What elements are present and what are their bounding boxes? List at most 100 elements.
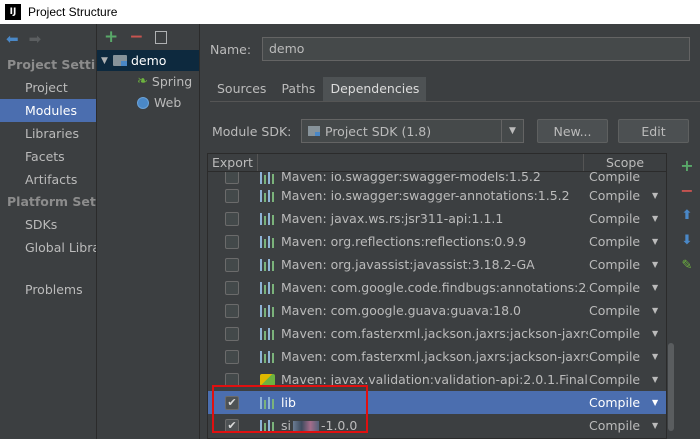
sdk-folder-icon	[308, 126, 320, 136]
scope-dropdown-icon[interactable]: ▼	[652, 237, 658, 246]
table-row[interactable]: Maven: com.google.guava:guava:18.0 Compi…	[208, 299, 666, 322]
scope-value[interactable]: Compile	[589, 257, 640, 272]
export-checkbox[interactable]	[225, 211, 239, 226]
scope-value[interactable]: Compile	[589, 326, 640, 341]
table-row[interactable]: Maven: com.google.code.findbugs:annotati…	[208, 276, 666, 299]
nav-item-project[interactable]: Project	[0, 76, 96, 99]
name-label: Name:	[210, 41, 252, 57]
table-row[interactable]: Maven: org.javassist:javassist:3.18.2-GA…	[208, 253, 666, 276]
edit-sdk-button[interactable]: Edit	[618, 119, 689, 143]
column-export[interactable]: Export	[208, 154, 258, 171]
validation-library-icon	[260, 373, 275, 386]
chevron-down-icon[interactable]: ▼	[501, 120, 523, 142]
add-icon[interactable]: +	[680, 157, 693, 175]
remove-icon[interactable]: −	[680, 182, 693, 200]
export-checkbox[interactable]	[225, 326, 239, 341]
move-up-icon[interactable]: ⬆	[682, 207, 693, 225]
scrollbar-thumb[interactable]	[668, 343, 674, 431]
dependency-name: Maven: io.swagger:swagger-annotations:1.…	[281, 188, 570, 203]
scope-dropdown-icon[interactable]: ▼	[652, 214, 658, 223]
tree-toolbar: + −	[97, 24, 199, 50]
scope-dropdown-icon[interactable]: ▼	[652, 398, 658, 407]
arrow-right-icon[interactable]: ➡	[29, 30, 42, 48]
nav-item-sdks[interactable]: SDKs	[0, 213, 96, 236]
scope-dropdown-icon[interactable]: ▼	[652, 191, 658, 200]
title-bar: IJ Project Structure	[0, 0, 700, 24]
scope-value[interactable]: Compile	[589, 188, 640, 203]
module-name-input[interactable]: demo	[262, 37, 690, 61]
tree-node-label: Spring	[151, 74, 193, 89]
table-row-selected[interactable]: ✔ lib Compile ▼	[208, 391, 666, 414]
table-row[interactable]: Maven: io.swagger:swagger-models:1.5.2 C…	[208, 172, 666, 184]
scope-dropdown-icon[interactable]: ▼	[652, 352, 658, 361]
scope-value[interactable]: Compile	[589, 349, 640, 364]
export-checkbox-checked[interactable]: ✔	[225, 395, 239, 410]
nav-section-platform-settings: Platform Settings	[7, 194, 96, 209]
scope-value[interactable]: Compile	[589, 234, 640, 249]
export-checkbox[interactable]	[225, 372, 239, 387]
tree-node-demo[interactable]: ▼ demo	[97, 50, 199, 71]
library-icon	[260, 304, 275, 317]
table-row[interactable]: Maven: io.swagger:swagger-annotations:1.…	[208, 184, 666, 207]
scope-value[interactable]: Compile	[589, 280, 640, 295]
export-checkbox[interactable]	[225, 234, 239, 249]
new-sdk-button[interactable]: New...	[537, 119, 608, 143]
export-checkbox[interactable]	[225, 349, 239, 364]
scope-value[interactable]: Compile	[589, 395, 640, 410]
table-row[interactable]: Maven: com.fasterxml.jackson.jaxrs:jacks…	[208, 322, 666, 345]
table-scrollbar[interactable]	[668, 153, 674, 439]
dependency-name: lib	[281, 395, 296, 410]
scope-value[interactable]: Compile	[589, 303, 640, 318]
export-checkbox[interactable]	[225, 172, 239, 184]
export-checkbox-checked[interactable]: ✔	[225, 418, 239, 433]
table-row[interactable]: Maven: com.fasterxml.jackson.jaxrs:jacks…	[208, 345, 666, 368]
tab-sources[interactable]: Sources	[210, 77, 275, 101]
table-header: Export Scope	[208, 154, 666, 172]
table-row[interactable]: Maven: org.reflections:reflections:0.9.9…	[208, 230, 666, 253]
tree-node-web[interactable]: Web	[97, 92, 199, 113]
scope-dropdown-icon[interactable]: ▼	[652, 375, 658, 384]
scope-value[interactable]: Compile	[589, 172, 640, 184]
dependencies-table: Export Scope Maven: io.swagger:swagger-m…	[207, 153, 667, 439]
scope-dropdown-icon[interactable]: ▼	[652, 260, 658, 269]
dependency-name: Maven: io.swagger:swagger-models:1.5.2	[281, 172, 541, 184]
nav-item-modules[interactable]: Modules	[0, 99, 96, 122]
scope-dropdown-icon[interactable]: ▼	[652, 306, 658, 315]
spring-leaf-icon: ❧	[137, 74, 148, 89]
arrow-left-icon[interactable]: ⬅	[6, 30, 19, 48]
export-checkbox[interactable]	[225, 257, 239, 272]
add-icon[interactable]: +	[104, 27, 118, 47]
tab-dependencies[interactable]: Dependencies	[323, 77, 428, 101]
module-sdk-select[interactable]: Project SDK (1.8) ▼	[301, 119, 524, 143]
nav-item-facets[interactable]: Facets	[0, 145, 96, 168]
copy-icon[interactable]	[154, 30, 167, 44]
table-row[interactable]: Maven: javax.ws.rs:jsr311-api:1.1.1 Comp…	[208, 207, 666, 230]
export-checkbox[interactable]	[225, 303, 239, 318]
library-icon	[260, 212, 275, 225]
scope-dropdown-icon[interactable]: ▼	[652, 329, 658, 338]
export-checkbox[interactable]	[225, 188, 239, 203]
nav-item-global-libraries[interactable]: Global Libraries	[0, 236, 96, 259]
library-icon	[260, 172, 275, 184]
remove-icon[interactable]: −	[129, 27, 143, 47]
expand-arrow-icon[interactable]: ▼	[101, 56, 113, 66]
table-row[interactable]: Maven: javax.validation:validation-api:2…	[208, 368, 666, 391]
move-down-icon[interactable]: ⬇	[682, 232, 693, 250]
nav-item-artifacts[interactable]: Artifacts	[0, 168, 96, 191]
column-scope[interactable]: Scope	[584, 154, 666, 171]
dependency-name: Maven: com.google.guava:guava:18.0	[281, 303, 522, 318]
scope-value[interactable]: Compile	[589, 418, 640, 433]
tree-node-spring[interactable]: ❧ Spring	[97, 71, 199, 92]
scope-value[interactable]: Compile	[589, 211, 640, 226]
edit-icon[interactable]: ✎	[682, 257, 693, 275]
nav-item-problems[interactable]: Problems	[0, 278, 96, 301]
column-name[interactable]	[258, 154, 584, 171]
export-checkbox[interactable]	[225, 280, 239, 295]
table-row[interactable]: ✔ si -1.0.0 Compile ▼	[208, 414, 666, 437]
scope-value[interactable]: Compile	[589, 372, 640, 387]
scope-dropdown-icon[interactable]: ▼	[652, 283, 658, 292]
dependency-name-prefix: si	[281, 418, 291, 433]
nav-item-libraries[interactable]: Libraries	[0, 122, 96, 145]
tab-paths[interactable]: Paths	[274, 77, 324, 101]
scope-dropdown-icon[interactable]: ▼	[652, 421, 658, 430]
